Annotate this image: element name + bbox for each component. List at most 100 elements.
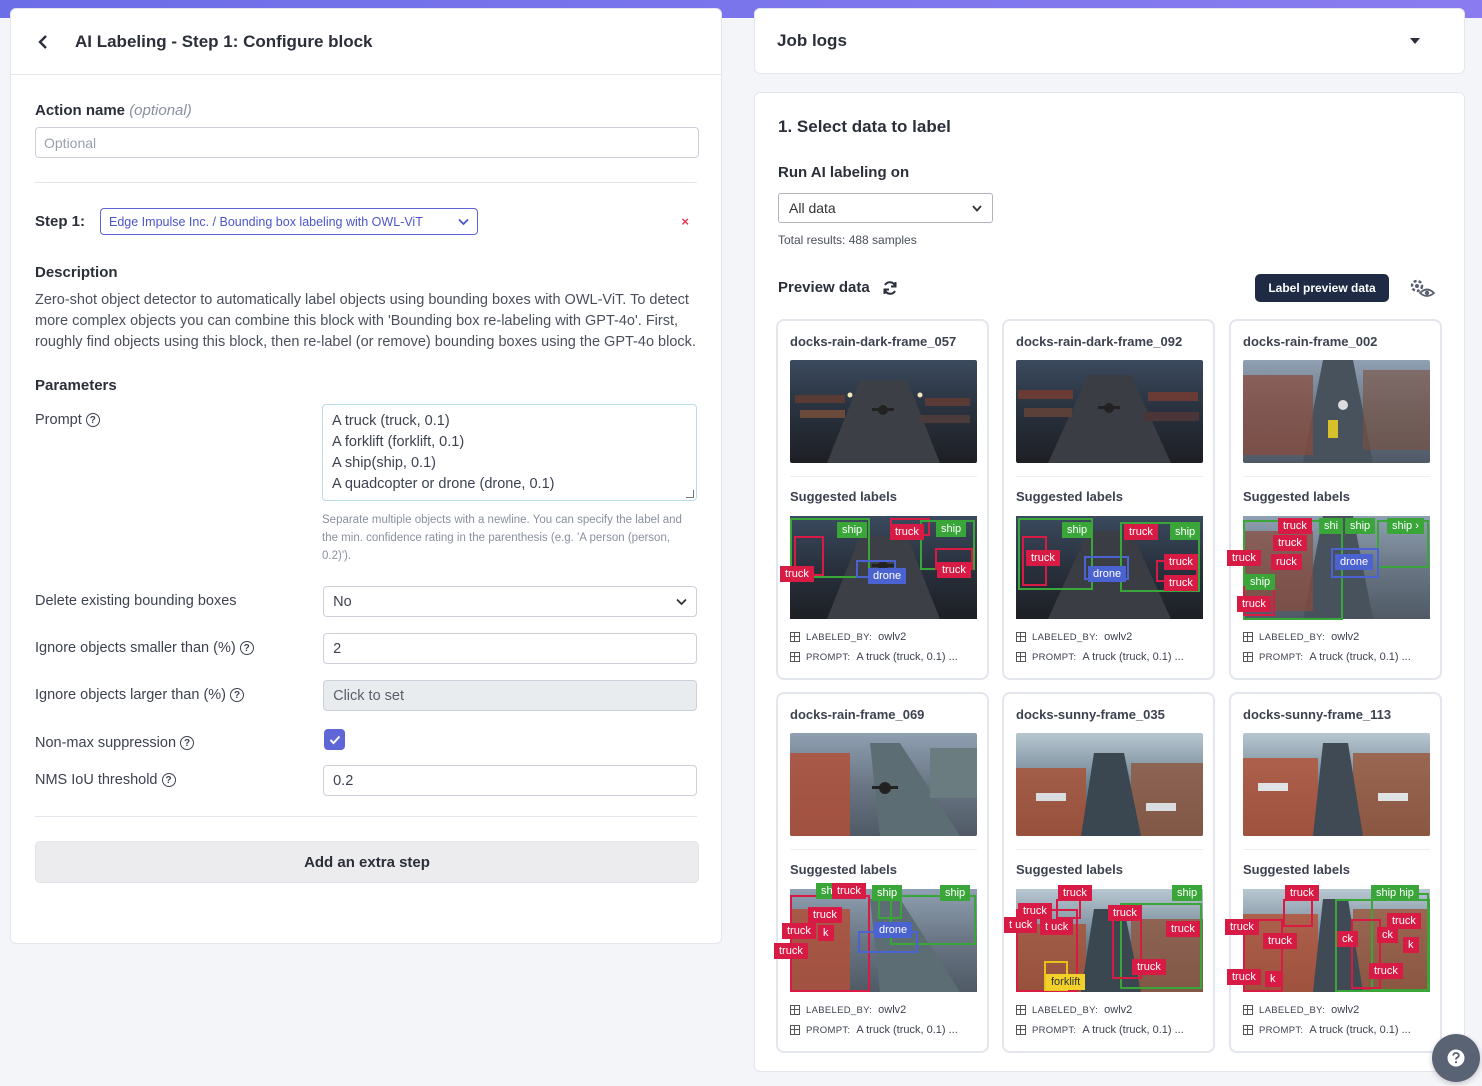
prompt-line: A truck (truck, 0.1) bbox=[332, 413, 450, 429]
label-tag-truck: truck bbox=[1132, 959, 1166, 975]
help-icon[interactable]: ? bbox=[230, 688, 245, 702]
labeled-by-meta: LABELED_BY: owlv2 bbox=[790, 1004, 906, 1016]
meta-value: A truck (truck, 0.1) ... bbox=[1309, 1024, 1411, 1036]
sample-card[interactable]: docks-sunny-frame_035 Suggested labels t… bbox=[1002, 692, 1215, 1053]
larger-label: Ignore objects larger than (%) ? bbox=[35, 687, 323, 703]
table-icon bbox=[790, 632, 800, 642]
sample-card[interactable]: docks-rain-dark-frame_092 Suggested labe… bbox=[1002, 319, 1215, 680]
meta-value: A truck (truck, 0.1) ... bbox=[1082, 1024, 1184, 1036]
label-tag-ship: ship bbox=[1172, 885, 1203, 901]
page-title: AI Labeling - Step 1: Configure block bbox=[75, 31, 373, 51]
back-button[interactable] bbox=[33, 32, 53, 52]
run-on-select[interactable]: All data bbox=[778, 193, 993, 223]
remove-step-button[interactable]: × bbox=[681, 214, 689, 229]
nms-iou-input[interactable]: 0.2 bbox=[323, 765, 697, 796]
help-icon[interactable]: ? bbox=[180, 736, 195, 750]
job-logs-panel[interactable]: Job logs bbox=[754, 8, 1465, 74]
label-tag-truck: k bbox=[818, 925, 834, 941]
help-icon[interactable]: ? bbox=[85, 413, 100, 427]
panel-header: AI Labeling - Step 1: Configure block bbox=[11, 9, 721, 75]
meta-value: owlv2 bbox=[1104, 1004, 1133, 1016]
description-heading: Description bbox=[35, 264, 118, 281]
divider bbox=[1243, 476, 1430, 477]
sample-card[interactable]: docks-sunny-frame_113 Suggested labels t… bbox=[1225, 692, 1442, 1053]
label-tag-truck: truck bbox=[774, 943, 808, 959]
label-tag-ship: ship › bbox=[1387, 518, 1424, 534]
labeled-image: truck ship hip truck truck truck ck ck k… bbox=[1225, 885, 1430, 992]
suggested-labels-heading: Suggested labels bbox=[1016, 489, 1123, 504]
table-icon bbox=[1243, 1025, 1253, 1035]
sample-card[interactable]: docks-rain-frame_069 Suggested labels sh… bbox=[774, 692, 989, 1053]
label-tag-truck: truck bbox=[1058, 885, 1092, 901]
label-tag-truck: truck bbox=[1225, 919, 1259, 935]
help-chat-button[interactable] bbox=[1432, 1034, 1480, 1082]
help-icon[interactable]: ? bbox=[161, 773, 176, 787]
prompt-label: Prompt ? bbox=[35, 412, 322, 428]
suggested-labels-heading: Suggested labels bbox=[790, 862, 897, 877]
refresh-icon[interactable] bbox=[882, 280, 898, 296]
meta-key: PROMPT: bbox=[1032, 1024, 1077, 1036]
job-logs-title: Job logs bbox=[777, 31, 847, 50]
meta-key: PROMPT: bbox=[806, 1024, 851, 1036]
labeled-image: truck shi ship ship › truck truck ruck d… bbox=[1227, 516, 1430, 620]
block-select[interactable]: Edge Impulse Inc. / Bounding box labelin… bbox=[100, 208, 479, 235]
total-results: Total results: 488 samples bbox=[778, 233, 917, 247]
step-label: Step 1: bbox=[35, 213, 86, 230]
meta-key: LABELED_BY: bbox=[1032, 631, 1099, 643]
label-tag-ship: ship bbox=[936, 521, 967, 537]
labeled-by-meta: LABELED_BY: owlv2 bbox=[1243, 1004, 1359, 1016]
run-on-label: Run AI labeling on bbox=[778, 164, 910, 181]
prompt-textarea[interactable]: A truck (truck, 0.1) A forklift (forklif… bbox=[322, 404, 697, 501]
question-icon bbox=[1447, 1049, 1465, 1067]
label-preview-data-button[interactable]: Label preview data bbox=[1255, 274, 1389, 302]
block-select-value: Edge Impulse Inc. / Bounding box labelin… bbox=[109, 214, 423, 229]
delete-existing-select[interactable]: No bbox=[323, 586, 697, 617]
labeled-image: ship truck ship truck drone truck bbox=[780, 516, 977, 619]
meta-key: PROMPT: bbox=[1259, 1024, 1304, 1036]
table-icon bbox=[790, 1005, 800, 1015]
delete-row: Delete existing bounding boxes No bbox=[35, 586, 697, 617]
table-icon bbox=[790, 652, 800, 662]
sample-title: docks-rain-frame_002 bbox=[1243, 334, 1378, 349]
nms-iou-label: NMS IoU threshold ? bbox=[35, 772, 323, 788]
label-tag-truck: truck bbox=[1263, 933, 1297, 949]
label-tag-truck: ck bbox=[1337, 931, 1358, 947]
label-tag-ship: ship hip bbox=[1371, 885, 1419, 901]
preview-data-heading: Preview data bbox=[778, 279, 898, 296]
preview-data-label: Preview data bbox=[778, 279, 870, 296]
label-tag-truck: k bbox=[1403, 937, 1419, 953]
meta-key: PROMPT: bbox=[1259, 651, 1304, 663]
sample-image bbox=[1016, 733, 1203, 836]
eye-settings-icon[interactable] bbox=[1409, 278, 1435, 300]
label-tag-truck: truck bbox=[1369, 963, 1403, 979]
prompt-line: A ship(ship, 0.1) bbox=[332, 455, 436, 471]
suggested-labels-heading: Suggested labels bbox=[1243, 489, 1350, 504]
suggested-labels-heading: Suggested labels bbox=[790, 489, 897, 504]
chevron-down-icon bbox=[972, 204, 982, 212]
prompt-meta: PROMPT: A truck (truck, 0.1) ... bbox=[1243, 651, 1411, 663]
prompt-meta: PROMPT: A truck (truck, 0.1) ... bbox=[790, 651, 958, 663]
divider bbox=[1016, 476, 1203, 477]
label-tag-truck: t uck bbox=[1004, 917, 1038, 933]
label-tag-ship: ship bbox=[1345, 518, 1376, 534]
add-extra-step-button[interactable]: Add an extra step bbox=[35, 841, 699, 883]
smaller-than-input[interactable]: 2 bbox=[323, 633, 697, 664]
label-tag-truck: truck bbox=[1164, 575, 1198, 591]
larger-row: Ignore objects larger than (%) ? Click t… bbox=[35, 680, 697, 711]
sample-image bbox=[1016, 360, 1203, 463]
meta-value: A truck (truck, 0.1) ... bbox=[1082, 651, 1184, 663]
label-tag-truck: truck bbox=[780, 566, 814, 582]
sample-card[interactable]: docks-rain-dark-frame_057 Suggested labe… bbox=[776, 319, 989, 680]
caret-down-icon[interactable] bbox=[1410, 38, 1420, 44]
label-tag-ship: ship bbox=[1170, 524, 1201, 540]
larger-than-input[interactable]: Click to set bbox=[323, 680, 697, 711]
help-icon[interactable]: ? bbox=[239, 641, 254, 655]
action-name-input[interactable] bbox=[35, 127, 699, 158]
prompt-line: A forklift (forklift, 0.1) bbox=[332, 434, 465, 450]
sample-card[interactable]: docks-rain-frame_002 Suggested labels tr… bbox=[1227, 319, 1442, 680]
label-tag-truck: truck bbox=[782, 923, 816, 939]
label-tag-truck: ck bbox=[1377, 927, 1398, 943]
resize-grip-icon[interactable] bbox=[686, 490, 694, 498]
nms-checkbox[interactable] bbox=[324, 729, 345, 750]
sample-title: docks-rain-dark-frame_057 bbox=[790, 334, 957, 349]
